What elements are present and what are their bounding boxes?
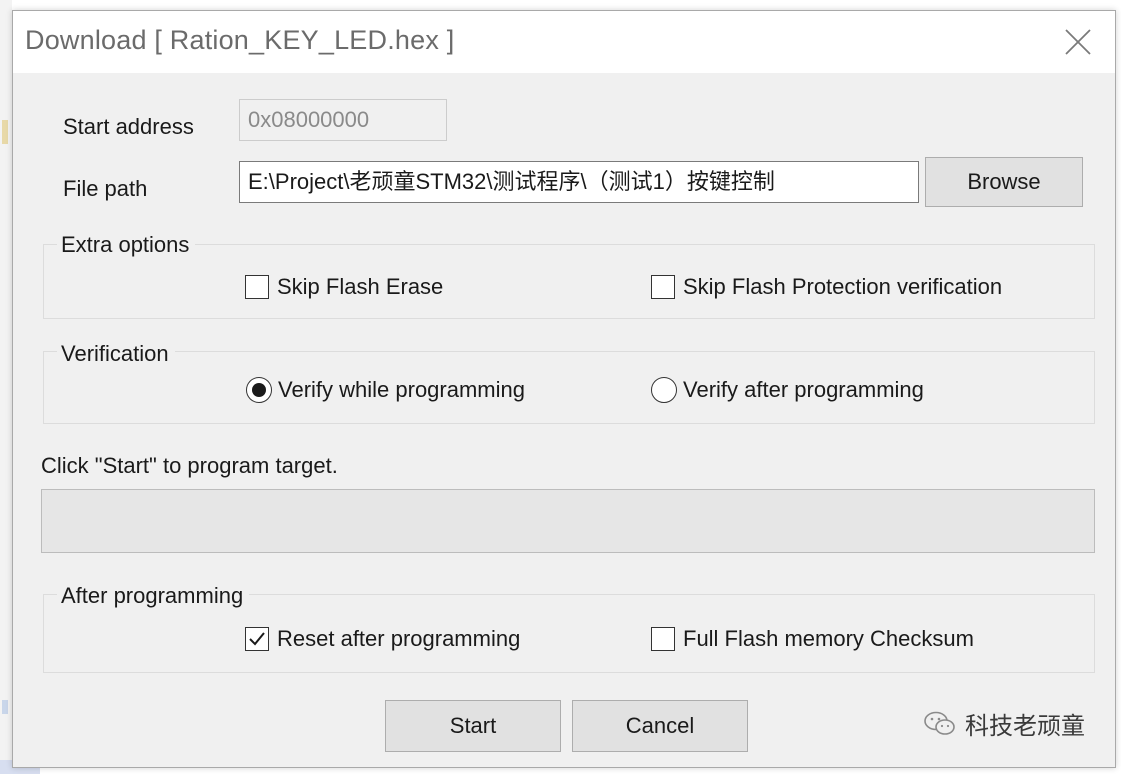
full-checksum-checkbox[interactable] [651, 627, 675, 651]
background-mark [2, 120, 8, 144]
progress-bar [41, 489, 1095, 553]
verify-while-label: Verify while programming [278, 377, 525, 402]
title-bar: Download [ Ration_KEY_LED.hex ] [13, 11, 1115, 73]
skip-flash-protection-label: Skip Flash Protection verification [683, 274, 1003, 299]
extra-options-title: Extra options [57, 232, 196, 258]
watermark: 科技老顽童 [923, 706, 1085, 741]
background-strip [0, 0, 40, 774]
close-icon[interactable] [1061, 25, 1095, 59]
verify-after-label: Verify after programming [683, 377, 924, 402]
close-icon-graphic [1065, 29, 1091, 55]
verification-group [43, 351, 1095, 424]
browse-button[interactable]: Browse [925, 157, 1083, 207]
skip-flash-protection-option[interactable]: Skip Flash Protection verification [651, 274, 1002, 300]
status-message: Click "Start" to program target. [41, 453, 338, 478]
background-mark [2, 700, 8, 714]
verification-title: Verification [57, 341, 175, 367]
file-path-label: File path [63, 176, 148, 201]
verify-while-option[interactable]: Verify while programming [246, 377, 525, 403]
watermark-text: 科技老顽童 [965, 713, 1085, 740]
checkmark-icon [249, 632, 265, 646]
start-button[interactable]: Start [385, 700, 561, 752]
verify-after-radio[interactable] [651, 377, 677, 403]
verify-after-option[interactable]: Verify after programming [651, 377, 924, 403]
reset-after-label: Reset after programming [277, 626, 521, 651]
window-title: Download [ Ration_KEY_LED.hex ] [25, 25, 455, 55]
reset-after-checkbox[interactable] [245, 627, 269, 651]
download-dialog: Download [ Ration_KEY_LED.hex ] Start ad… [12, 10, 1116, 768]
wechat-icon [924, 711, 955, 735]
skip-flash-protection-checkbox[interactable] [651, 275, 675, 299]
verify-while-radio[interactable] [246, 377, 272, 403]
start-address-field: 0x08000000 [239, 99, 447, 141]
full-checksum-label: Full Flash memory Checksum [683, 626, 974, 651]
cancel-button[interactable]: Cancel [572, 700, 748, 752]
radio-selected-dot [252, 383, 266, 397]
file-path-field[interactable]: E:\Project\老顽童STM32\测试程序\（测试1）按键控制 [239, 161, 919, 203]
start-address-label: Start address [63, 114, 194, 139]
full-checksum-option[interactable]: Full Flash memory Checksum [651, 626, 974, 652]
after-programming-title: After programming [57, 583, 250, 609]
skip-flash-erase-label: Skip Flash Erase [277, 274, 444, 299]
skip-flash-erase-option[interactable]: Skip Flash Erase [245, 274, 443, 300]
skip-flash-erase-checkbox[interactable] [245, 275, 269, 299]
reset-after-option[interactable]: Reset after programming [245, 626, 520, 652]
